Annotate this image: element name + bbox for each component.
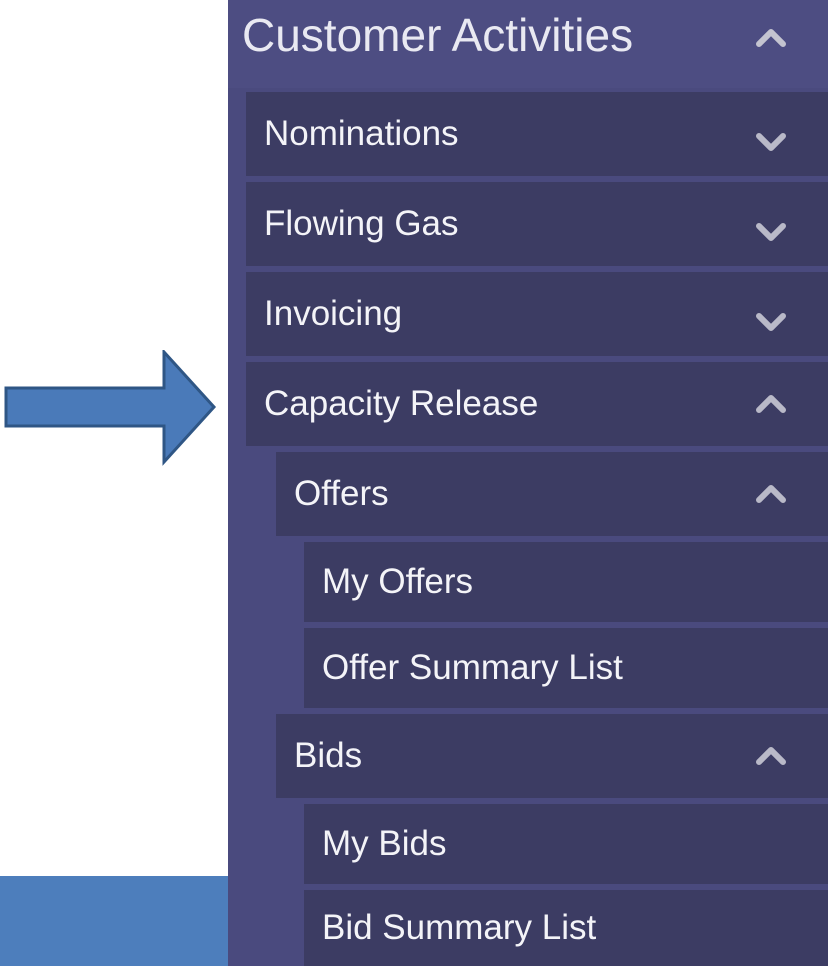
submenu-item-label: Offers <box>294 474 389 513</box>
menu-item-label: Flowing Gas <box>264 204 459 243</box>
menu-item-invoicing[interactable]: Invoicing <box>246 272 828 356</box>
submenu-link-label: My Offers <box>322 562 474 601</box>
right-arrow-icon <box>0 348 220 470</box>
menu-item-label: Invoicing <box>264 294 403 333</box>
menu-item-capacity-release[interactable]: Capacity Release <box>246 362 828 446</box>
navigation-menu: Customer Activities Nominations Flowing … <box>228 0 828 966</box>
submenu-link-offer-summary-list[interactable]: Offer Summary List <box>304 628 828 708</box>
chevron-up-icon[interactable] <box>756 740 786 770</box>
chevron-up-icon[interactable] <box>756 388 786 418</box>
chevron-up-icon[interactable] <box>756 22 786 52</box>
submenu-item-offers[interactable]: Offers <box>276 452 828 536</box>
menu-item-label: Nominations <box>264 114 459 153</box>
chevron-down-icon[interactable] <box>756 128 786 158</box>
submenu-link-label: Offer Summary List <box>322 648 623 687</box>
background-strip <box>0 876 230 966</box>
menu-item-flowing-gas[interactable]: Flowing Gas <box>246 182 828 266</box>
submenu-link-label: Bid Summary List <box>322 908 597 947</box>
menu-header-customer-activities[interactable]: Customer Activities <box>228 0 828 88</box>
screen: Customer Activities Nominations Flowing … <box>0 0 828 966</box>
submenu-item-label: Bids <box>294 736 363 775</box>
submenu-link-my-bids[interactable]: My Bids <box>304 804 828 884</box>
chevron-down-icon[interactable] <box>756 308 786 338</box>
chevron-up-icon[interactable] <box>756 478 786 508</box>
submenu-link-label: My Bids <box>322 824 447 863</box>
menu-item-nominations[interactable]: Nominations <box>246 92 828 176</box>
submenu-link-bid-summary-list[interactable]: Bid Summary List <box>304 890 828 966</box>
menu-title: Customer Activities <box>242 9 634 61</box>
submenu-link-my-offers[interactable]: My Offers <box>304 542 828 622</box>
chevron-down-icon[interactable] <box>756 218 786 248</box>
submenu-item-bids[interactable]: Bids <box>276 714 828 798</box>
menu-item-label: Capacity Release <box>264 384 539 423</box>
